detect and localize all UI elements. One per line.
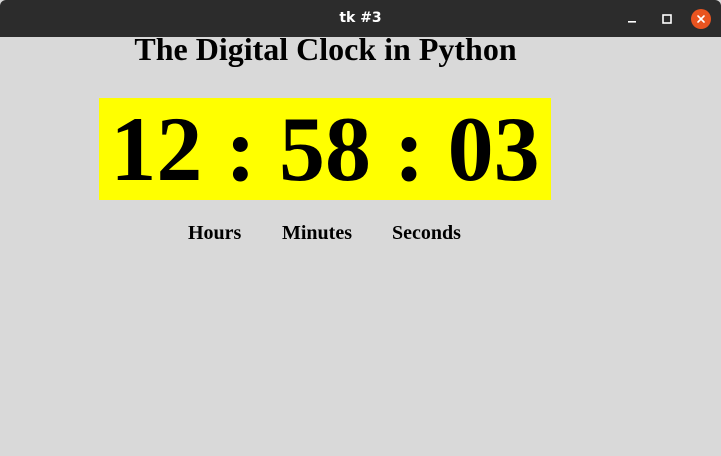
maximize-button[interactable] [657,9,677,29]
minimize-icon [628,21,636,23]
seconds-label: Seconds [392,222,461,244]
minutes-label: Minutes [282,222,352,244]
clock-seconds: 03 [447,98,540,200]
minimize-button[interactable] [622,9,642,29]
clock-hours: 12 [110,98,203,200]
app-content: The Digital Clock in Python 12 : 58 : 03… [0,31,721,456]
app-window: tk #3 The Digital Clock in Python 12 : 5… [0,0,721,456]
clock-separator: : [202,98,279,200]
maximize-icon [662,14,672,24]
close-button[interactable] [691,9,711,29]
digital-clock-display: 12 : 58 : 03 [99,98,551,200]
clock-separator: : [371,98,448,200]
clock-minutes: 58 [279,98,371,200]
page-title: The Digital Clock in Python [134,31,517,67]
hours-label: Hours [188,222,242,244]
close-icon [697,15,705,23]
